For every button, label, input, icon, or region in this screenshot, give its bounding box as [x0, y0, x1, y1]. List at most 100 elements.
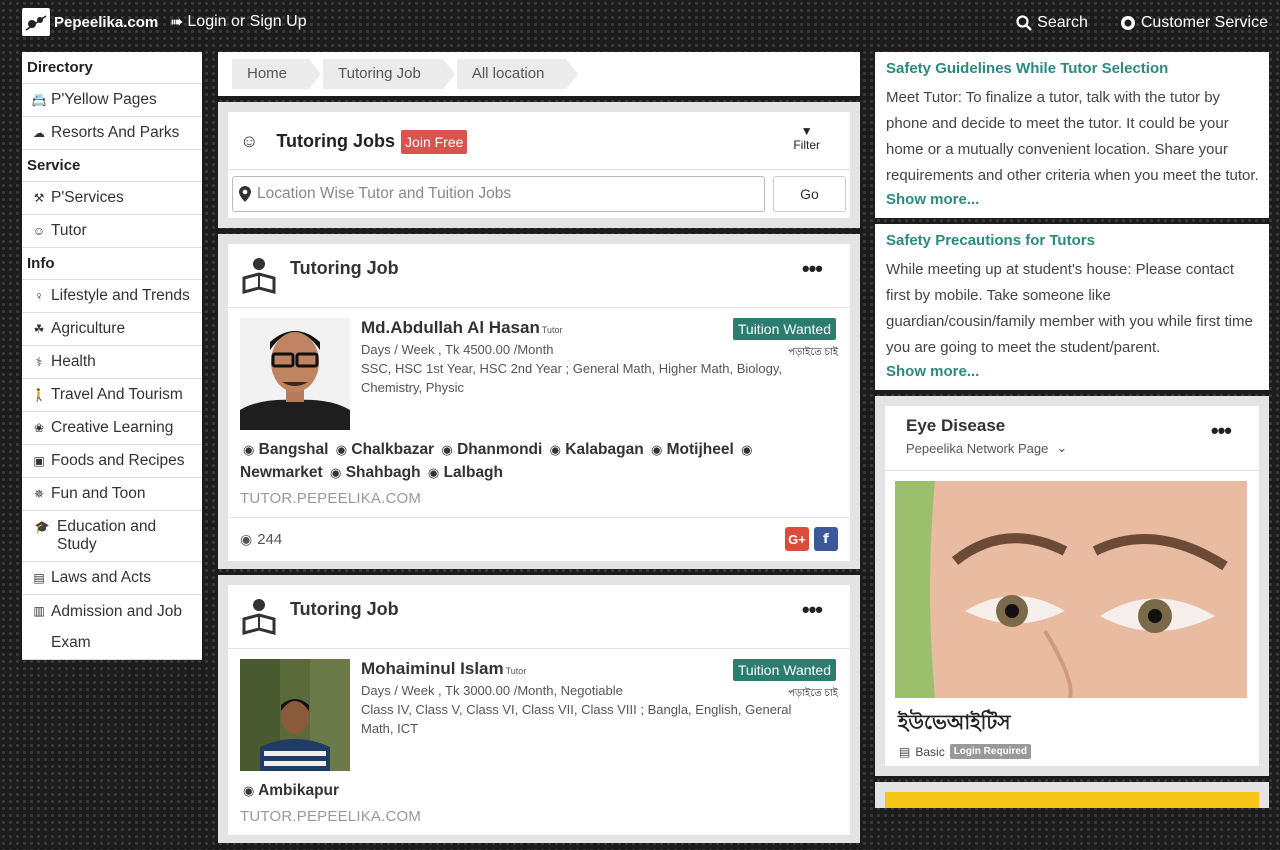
hiker-icon: 🚶: [31, 388, 47, 402]
document-icon: ▤: [899, 744, 911, 759]
map-pin-icon: ◉: [650, 442, 663, 457]
map-pin-icon: ◉: [243, 783, 255, 798]
eye-icon: ◉: [240, 531, 253, 547]
sidebar-item-yellow-pages[interactable]: 📇 P'Yellow Pages: [22, 84, 202, 117]
location-link[interactable]: Lalbagh: [444, 464, 503, 481]
tuition-wanted-badge: Tuition Wanted: [732, 659, 836, 681]
safety-precautions-title[interactable]: Safety Precautions for Tutors: [886, 232, 1259, 249]
sidebar-item-label: Foods and Recipes: [51, 452, 185, 469]
sign-in-icon: ➠: [170, 14, 184, 31]
badge-subtitle: পড়াইতে চাই: [788, 688, 838, 699]
sidebar-item-label: Travel And Tourism: [51, 386, 183, 403]
safety-guidelines-box: Safety Guidelines While Tutor Selection …: [875, 52, 1269, 218]
more-options-icon[interactable]: •••: [1211, 418, 1232, 444]
job-url[interactable]: TUTOR.PEPEELIKA.COM: [240, 808, 838, 825]
schedule-text: Days / Week , Tk 4500.00 /Month: [361, 342, 554, 357]
sidebar-item-resorts[interactable]: ☁ Resorts And Parks: [22, 117, 202, 150]
location-link[interactable]: Ambikapur: [258, 782, 339, 799]
map-pin-icon: ◉: [549, 442, 561, 457]
tutor-icon: ☺: [32, 224, 46, 238]
sidebar-heading-directory: Directory: [22, 52, 202, 84]
facebook-share-icon[interactable]: f: [814, 527, 838, 551]
view-count: 244: [257, 531, 283, 548]
sidebar-item-laws[interactable]: ▤ Laws and Acts: [22, 562, 202, 595]
page-title: Tutoring Jobs: [276, 131, 396, 151]
login-link[interactable]: ➠ Login or Sign Up: [170, 12, 307, 32]
tuition-wanted-badge: Tuition Wanted: [732, 318, 836, 340]
creative-icon: ❀: [33, 421, 45, 435]
sidebar-item-label: Tutor: [51, 222, 87, 239]
google-plus-share-icon[interactable]: G+: [785, 527, 809, 551]
location-link[interactable]: Dhanmondi: [457, 441, 542, 458]
sidebar-item-travel[interactable]: 🚶 Travel And Tourism: [22, 379, 202, 412]
sidebar-item-education[interactable]: 🎓 Education and Study: [22, 511, 202, 562]
sidebar-item-foods[interactable]: ▣ Foods and Recipes: [22, 445, 202, 478]
location-link[interactable]: Bangshal: [259, 441, 329, 458]
tutor-photo[interactable]: [240, 318, 350, 430]
sidebar-heading-service: Service: [22, 150, 202, 182]
law-icon: ▤: [33, 571, 45, 585]
filter-icon: ▼: [800, 124, 813, 138]
tutor-reading-icon: [242, 258, 276, 294]
go-button[interactable]: Go: [773, 176, 846, 212]
network-page-title[interactable]: Eye Disease: [906, 416, 1005, 436]
filter-button[interactable]: ▼ Filter: [793, 124, 820, 152]
more-options-icon[interactable]: •••: [802, 256, 823, 282]
location-list: ◉ Bangshal ◉ Chalkbazar ◉ Dhanmondi ◉ Ka…: [240, 438, 838, 484]
more-options-icon[interactable]: •••: [802, 597, 823, 623]
search-link[interactable]: Search: [1016, 14, 1088, 32]
location-link[interactable]: Chalkbazar: [351, 441, 434, 458]
safety-guidelines-text: Meet Tutor: To finalize a tutor, talk wi…: [886, 89, 1259, 184]
search-placeholder: Location Wise Tutor and Tuition Jobs: [257, 185, 512, 202]
network-page-card-wrap: Eye Disease Pepeelika Network Page ⌄ ••• …: [875, 396, 1269, 776]
sidebar-item-tutor[interactable]: ☺ Tutor: [22, 215, 202, 248]
network-page-card[interactable]: Eye Disease Pepeelika Network Page ⌄ ••• …: [885, 406, 1259, 766]
breadcrumb-tutoring-job[interactable]: Tutoring Job: [323, 59, 455, 89]
job-card-title: Tutoring Job: [290, 258, 399, 278]
job-url[interactable]: TUTOR.PEPEELIKA.COM: [240, 490, 838, 507]
tutor-photo[interactable]: [240, 659, 350, 771]
sidebar-item-admission[interactable]: ▥ Admission and Job Exam: [22, 595, 202, 660]
network-page-subtitle[interactable]: Pepeelika Network Page ⌄: [906, 440, 1067, 456]
eye-disease-image[interactable]: [895, 481, 1247, 698]
location-link[interactable]: Kalabagan: [565, 441, 643, 458]
breadcrumb-home[interactable]: Home: [232, 59, 322, 89]
sidebar-heading-info: Info: [22, 248, 202, 280]
job-card-wrap: Tutoring Job ••• Md.Abdullah Al Hasan Tut…: [218, 234, 860, 569]
sidebar-item-lifestyle[interactable]: ♀ Lifestyle and Trends: [22, 280, 202, 313]
sidebar-item-agriculture[interactable]: ☘ Agriculture: [22, 313, 202, 346]
search-icon: [1016, 15, 1033, 31]
job-card[interactable]: Tutoring Job ••• Mohaiminul Islam Tutor T…: [228, 585, 850, 835]
logo-text: Pepeelika.com: [54, 13, 159, 31]
show-more-link[interactable]: Show more...: [886, 191, 1259, 208]
schedule-text: Days / Week , Tk 3000.00 /Month, Negotia…: [361, 683, 623, 698]
jobs-panel-wrap: ☺ Tutoring Jobs Join Free ▼ Filter Locat…: [218, 102, 860, 228]
location-link[interactable]: Motijheel: [667, 441, 734, 458]
map-pin-icon: ◉: [330, 465, 342, 480]
location-link[interactable]: Shahbagh: [346, 464, 421, 481]
location-search-input[interactable]: Location Wise Tutor and Tuition Jobs: [232, 176, 765, 212]
customer-service-link[interactable]: Customer Service: [1120, 14, 1268, 32]
sidebar-item-health[interactable]: ⚕ Health: [22, 346, 202, 379]
graduation-cap-icon: 🎓: [34, 520, 50, 534]
location-link[interactable]: Newmarket: [240, 464, 323, 481]
sidebar-item-services[interactable]: ⚒ P'Services: [22, 182, 202, 215]
breadcrumb: Home Tutoring Job All location: [218, 52, 860, 96]
breadcrumb-all-location[interactable]: All location: [456, 59, 578, 89]
join-free-button[interactable]: Join Free: [401, 129, 468, 154]
top-bar: Pepeelika.com ➠ Login or Sign Up Search …: [0, 0, 1280, 46]
map-pin-icon: ◉: [243, 442, 255, 457]
site-logo[interactable]: Pepeelika.com: [22, 8, 158, 36]
tutor-icon: ☺: [240, 131, 259, 151]
map-pin-icon: ◉: [741, 442, 753, 457]
services-icon: ⚒: [33, 191, 45, 205]
sidebar-item-label: Fun and Toon: [51, 485, 146, 502]
job-card[interactable]: Tutoring Job ••• Md.Abdullah Al Hasan Tut…: [228, 244, 850, 561]
safety-guidelines-title[interactable]: Safety Guidelines While Tutor Selection: [886, 60, 1259, 77]
show-more-link[interactable]: Show more...: [886, 363, 1259, 380]
tutor-role: Tutor: [505, 666, 527, 676]
sidebar-item-creative[interactable]: ❀ Creative Learning: [22, 412, 202, 445]
safety-precautions-box: Safety Precautions for Tutors While meet…: [875, 224, 1269, 390]
sidebar-item-fun[interactable]: ✵ Fun and Toon: [22, 478, 202, 511]
subjects-text: SSC, HSC 1st Year, HSC 2nd Year ; Genera…: [361, 361, 783, 395]
